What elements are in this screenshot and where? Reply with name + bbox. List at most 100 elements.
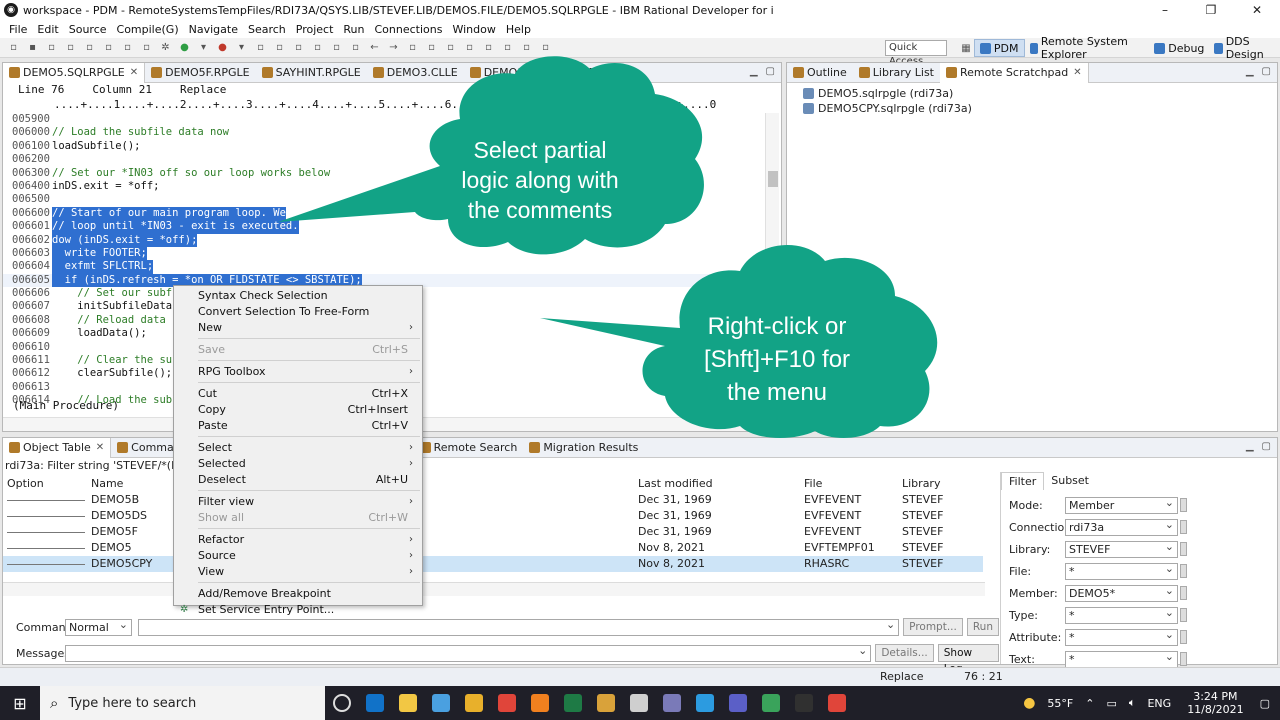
weather-temp[interactable]: 55°F — [1041, 697, 1079, 710]
history-spinner[interactable] — [1180, 652, 1187, 666]
scratchpad-tab-outline[interactable]: Outline — [787, 63, 853, 83]
run-button[interactable]: Run — [966, 618, 999, 636]
taskbar-clock[interactable]: 3:24 PM 11/8/2021 — [1177, 690, 1253, 716]
filter-field-text[interactable]: * — [1065, 649, 1178, 668]
close-icon[interactable]: ✕ — [1073, 67, 1081, 78]
menu-compileg[interactable]: Compile(G) — [112, 23, 184, 36]
menu-item-filter-view[interactable]: Filter view › — [174, 494, 422, 510]
filter-field-attribute[interactable]: * — [1065, 627, 1178, 646]
maximize-icon[interactable]: ▢ — [1262, 441, 1271, 452]
perspective-remote-system-explorer[interactable]: Remote System Explorer — [1025, 35, 1150, 61]
git-icon[interactable] — [589, 686, 622, 720]
filter-field-member[interactable]: DEMO5* — [1065, 583, 1178, 602]
scratchpad-tab-library-list[interactable]: Library List — [853, 63, 940, 83]
option-cell[interactable] — [3, 556, 87, 572]
outlook-icon[interactable] — [358, 686, 391, 720]
option-input[interactable] — [7, 563, 85, 565]
history-spinner[interactable] — [1180, 520, 1187, 534]
debug-icon[interactable]: ✲ — [159, 41, 172, 54]
menu-edit[interactable]: Edit — [32, 23, 63, 36]
quick-access-input[interactable]: Quick Access — [885, 40, 947, 67]
filter-field-library[interactable]: STEVEF — [1065, 539, 1178, 558]
teams-icon[interactable] — [721, 686, 754, 720]
save-icon[interactable]: ▪ — [26, 41, 39, 54]
menu-window[interactable]: Window — [447, 23, 500, 36]
history-spinner[interactable] — [1180, 498, 1187, 512]
history-spinner[interactable] — [1180, 630, 1187, 644]
menu-run[interactable]: Run — [338, 23, 369, 36]
menu-item-refactor[interactable]: Refactor › — [174, 532, 422, 548]
menu-item-new[interactable]: New › — [174, 320, 422, 336]
command-input[interactable] — [137, 617, 900, 636]
option-input[interactable] — [7, 515, 85, 517]
rdi-icon[interactable] — [820, 686, 853, 720]
menu-item-add-remove-breakpoint[interactable]: Add/Remove Breakpoint — [174, 586, 422, 602]
minimize-icon[interactable]: ▁ — [1246, 66, 1254, 77]
close-button[interactable]: ✕ — [1234, 0, 1280, 20]
menu-item-source[interactable]: Source › — [174, 548, 422, 564]
toolbar-icon[interactable]: ▫ — [64, 41, 77, 54]
maximize-icon[interactable]: ▢ — [766, 66, 775, 77]
messages-select[interactable] — [65, 643, 872, 662]
bottom-tab-remote-search[interactable]: Remote Search — [414, 438, 524, 458]
column-header[interactable]: Library — [902, 476, 982, 492]
network-icon[interactable]: ▭ — [1100, 697, 1122, 710]
terminal-icon[interactable] — [655, 686, 688, 720]
menu-item-select[interactable]: Select › — [174, 440, 422, 456]
menu-item-selected[interactable]: Selected › — [174, 456, 422, 472]
minimize-icon[interactable]: ▁ — [750, 66, 758, 77]
option-cell[interactable] — [3, 524, 87, 540]
history-spinner[interactable] — [1180, 586, 1187, 600]
filter-field-connection[interactable]: rdi73a — [1065, 517, 1178, 536]
table-horizontal-scrollbar[interactable] — [3, 582, 985, 596]
table-row[interactable]: DEMO5DS Dec 31, 1969 EVFEVENT STEVEF — [3, 508, 983, 524]
filter-field-type[interactable]: * — [1065, 605, 1178, 624]
perspective-dds-design[interactable]: DDS Design — [1209, 35, 1280, 61]
minimize-icon[interactable]: ▁ — [1246, 441, 1254, 452]
notifications-icon[interactable]: ▢ — [1254, 697, 1280, 710]
menu-item-convert-selection-to-free-form[interactable]: Convert Selection To Free-Form — [174, 304, 422, 320]
menu-item-cut[interactable]: Cut Ctrl+X — [174, 386, 422, 402]
scratchpad-item[interactable]: DEMO5.sqlrpgle (rdi73a) — [787, 86, 1277, 101]
open-perspective-icon[interactable]: ▦ — [961, 42, 971, 55]
option-cell[interactable] — [3, 492, 87, 508]
table-row[interactable]: DEMO5.httpgetclob api callNov 8, 2021EVF… — [3, 540, 983, 556]
option-input[interactable] — [7, 547, 85, 549]
menu-item-view[interactable]: View › — [174, 564, 422, 580]
obs-icon[interactable] — [787, 686, 820, 720]
maximize-icon[interactable]: ▢ — [1262, 66, 1271, 77]
command-mode-select[interactable]: Normal — [65, 617, 132, 636]
menu-item-set-service-entry-point[interactable]: ✲ Set Service Entry Point... — [174, 602, 422, 618]
filter-tab-filter[interactable]: Filter — [1001, 472, 1045, 490]
option-input[interactable] — [7, 531, 85, 533]
run-icon[interactable]: ● — [178, 41, 191, 54]
table-row[interactable]: DEMO5CPY.httpgetclob api callNov 8, 2021… — [3, 556, 983, 572]
scratchpad-tab-remote-scratchpad[interactable]: Remote Scratchpad ✕ — [939, 62, 1089, 83]
history-spinner[interactable] — [1180, 608, 1187, 622]
option-input[interactable] — [7, 499, 85, 501]
toolbar-icon[interactable]: ▫ — [140, 41, 153, 54]
toolbar-icon[interactable]: ▾ — [235, 41, 248, 54]
editor-tab-demo5-sqlrpgle[interactable]: DEMO5.SQLRPGLE ✕ — [3, 62, 146, 83]
close-icon[interactable]: ✕ — [96, 442, 104, 453]
menu-file[interactable]: File — [4, 23, 32, 36]
chrome-icon[interactable] — [490, 686, 523, 720]
toolbar-icon[interactable]: ▫ — [102, 41, 115, 54]
perspective-pdm[interactable]: PDM — [973, 39, 1025, 57]
menu-item-rpg-toolbox[interactable]: RPG Toolbox › — [174, 364, 422, 380]
minimize-button[interactable]: – — [1142, 0, 1188, 20]
bottom-tab-object-table[interactable]: Object Table ✕ — [3, 437, 112, 458]
excel-icon[interactable] — [556, 686, 589, 720]
menu-search[interactable]: Search — [243, 23, 291, 36]
toolbar-icon[interactable]: ▫ — [121, 41, 134, 54]
file-explorer-icon[interactable] — [391, 686, 424, 720]
filter-tab-subset[interactable]: Subset — [1044, 472, 1096, 490]
menu-item-paste[interactable]: Paste Ctrl+V — [174, 418, 422, 434]
table-row[interactable]: DEMO5B Dec 31, 1969 EVFEVENT STEVEF — [3, 492, 983, 508]
language-indicator[interactable]: ENG — [1141, 697, 1177, 710]
taskbar-search-box[interactable]: ⌕ Type here to search — [40, 686, 325, 720]
scratchpad-item[interactable]: DEMO5CPY.sqlrpgle (rdi73a) — [787, 101, 1277, 116]
menu-item-syntax-check-selection[interactable]: Syntax Check Selection — [174, 288, 422, 304]
menu-item-deselect[interactable]: Deselect Alt+U — [174, 472, 422, 488]
toolbar-icon[interactable]: ▫ — [254, 41, 267, 54]
